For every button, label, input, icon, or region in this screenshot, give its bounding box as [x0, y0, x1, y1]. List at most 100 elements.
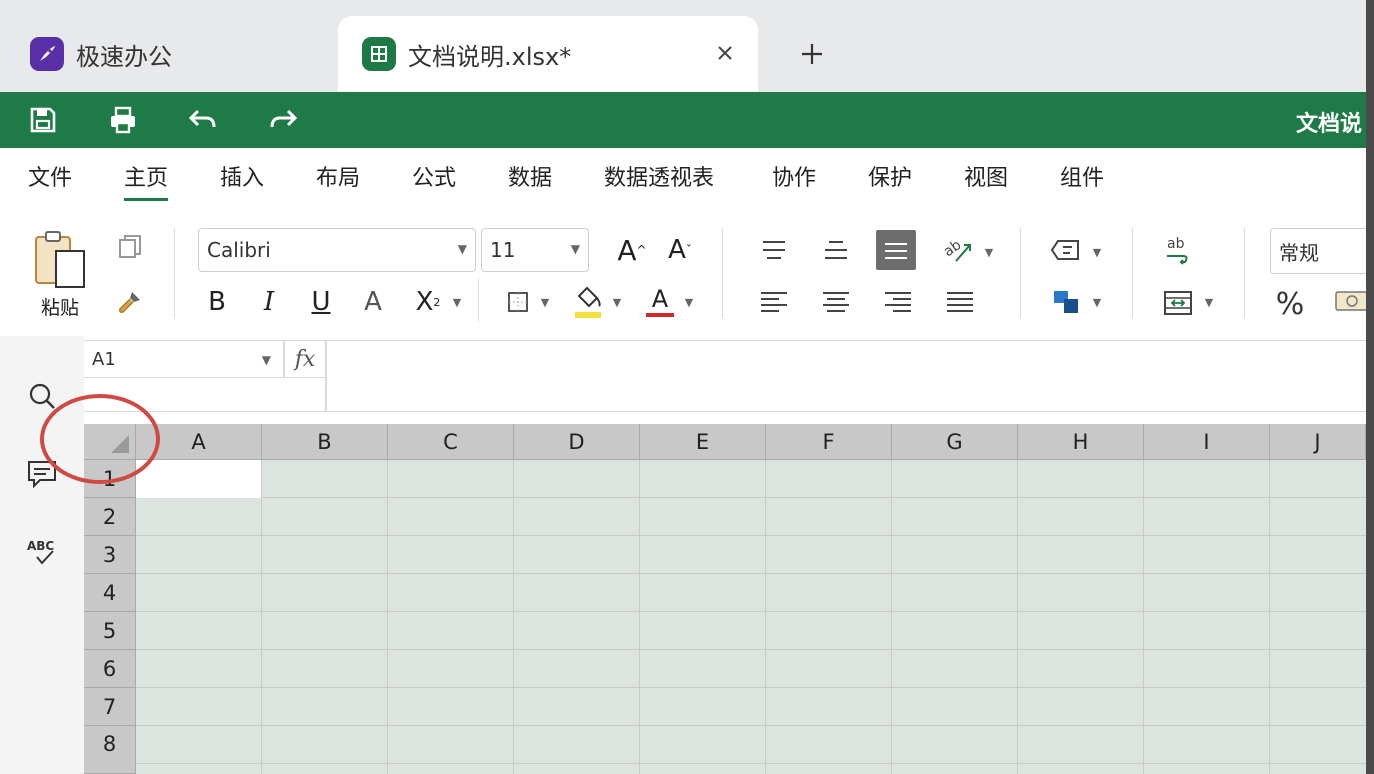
- tab-collaborate[interactable]: 协作: [772, 160, 816, 192]
- spreadsheet-grid: A B C D E F G H I J 1 2 3 4 5 6 7 8: [84, 424, 1366, 774]
- row-header[interactable]: 7: [84, 688, 136, 726]
- bold-button[interactable]: B: [200, 282, 234, 322]
- plus-icon: [802, 44, 822, 64]
- font-name-value: Calibri: [207, 238, 271, 262]
- redo-icon[interactable]: [266, 104, 300, 136]
- chevron-down-icon[interactable]: ▼: [450, 292, 464, 312]
- number-format-select[interactable]: 常规: [1270, 228, 1366, 274]
- formula-input[interactable]: [326, 340, 1366, 412]
- font-size-value: 11: [490, 238, 516, 262]
- format-painter-icon[interactable]: [112, 284, 148, 320]
- chevron-down-icon[interactable]: ▼: [682, 292, 696, 312]
- paste-icon[interactable]: [30, 228, 90, 290]
- column-header[interactable]: H: [1018, 424, 1144, 460]
- tab-file[interactable]: 文件: [28, 160, 72, 192]
- row-header[interactable]: 2: [84, 498, 136, 536]
- tab-protect[interactable]: 保护: [868, 160, 912, 192]
- conditional-format-icon[interactable]: [1046, 284, 1086, 320]
- column-header[interactable]: F: [766, 424, 892, 460]
- column-header[interactable]: B: [262, 424, 388, 460]
- merge-cells-icon[interactable]: [1158, 284, 1198, 322]
- tab-home[interactable]: 主页: [124, 160, 169, 201]
- font-size-select[interactable]: 11 ▼: [481, 228, 589, 272]
- tab-layout[interactable]: 布局: [316, 160, 360, 192]
- column-header[interactable]: I: [1144, 424, 1270, 460]
- spreadsheet-icon: [362, 37, 396, 71]
- fill-color-icon[interactable]: [568, 280, 608, 322]
- font-name-select[interactable]: Calibri ▼: [198, 228, 476, 272]
- document-tab[interactable]: 文档说明.xlsx*: [338, 16, 758, 92]
- align-middle-icon[interactable]: [818, 232, 854, 268]
- subscript-button[interactable]: X2: [408, 282, 448, 322]
- row-header[interactable]: 3: [84, 536, 136, 574]
- spellcheck-icon[interactable]: ABC: [24, 534, 60, 570]
- chevron-down-icon[interactable]: ▼: [1090, 292, 1104, 312]
- tab-formula[interactable]: 公式: [412, 160, 456, 192]
- font-color-icon: A: [651, 285, 669, 313]
- app-home-tab[interactable]: 极速办公: [6, 16, 312, 92]
- wrap-text-icon[interactable]: ab: [1158, 230, 1198, 270]
- row-header[interactable]: 8: [84, 726, 136, 774]
- document-tab-label: 文档说明.xlsx*: [408, 42, 572, 71]
- align-top-icon[interactable]: [756, 232, 792, 268]
- copy-icon[interactable]: [112, 228, 148, 264]
- row-header[interactable]: 5: [84, 612, 136, 650]
- currency-icon[interactable]: [1334, 286, 1366, 316]
- align-center-icon[interactable]: [818, 284, 854, 320]
- chevron-down-icon[interactable]: ▼: [610, 292, 624, 312]
- print-icon[interactable]: [106, 104, 140, 136]
- chevron-down-icon[interactable]: ▼: [1090, 242, 1104, 262]
- ribbon-tabs: 文件 主页 插入 布局 公式 数据 数据透视表 协作 保护 视图 组件: [0, 148, 1366, 204]
- tab-insert[interactable]: 插入: [220, 160, 264, 192]
- ribbon-separator: [722, 228, 723, 318]
- tab-data[interactable]: 数据: [508, 160, 552, 192]
- underline-button[interactable]: U: [304, 282, 338, 322]
- svg-text:ABC: ABC: [27, 539, 54, 553]
- chevron-down-icon[interactable]: ▼: [982, 242, 996, 262]
- cell-style-icon[interactable]: [1046, 232, 1086, 268]
- align-left-icon[interactable]: [756, 284, 792, 320]
- column-header[interactable]: J: [1270, 424, 1366, 460]
- close-icon[interactable]: [710, 38, 740, 68]
- chevron-down-icon: ▼: [570, 242, 580, 256]
- tab-view[interactable]: 视图: [964, 160, 1008, 192]
- justify-icon[interactable]: [942, 284, 978, 320]
- column-header[interactable]: C: [388, 424, 514, 460]
- tab-plugins[interactable]: 组件: [1060, 160, 1104, 192]
- row-header[interactable]: 4: [84, 574, 136, 612]
- chevron-down-icon[interactable]: ▼: [538, 292, 552, 312]
- tab-pivot-table[interactable]: 数据透视表: [604, 160, 714, 192]
- active-cell[interactable]: [136, 460, 261, 498]
- new-tab-button[interactable]: [792, 34, 832, 74]
- chevron-down-icon: ▼: [457, 242, 467, 256]
- percent-button[interactable]: %: [1270, 284, 1310, 324]
- grow-font-button[interactable]: A ^: [612, 230, 652, 270]
- row-header[interactable]: 6: [84, 650, 136, 688]
- align-bottom-icon[interactable]: [876, 230, 916, 270]
- number-format-value: 常规: [1279, 240, 1319, 265]
- ribbon-separator: [1020, 228, 1021, 318]
- text-orientation-icon[interactable]: ab: [938, 232, 978, 268]
- cell-area[interactable]: [136, 460, 1366, 774]
- column-header[interactable]: D: [514, 424, 640, 460]
- column-header[interactable]: G: [892, 424, 1018, 460]
- save-icon[interactable]: [26, 104, 60, 136]
- borders-icon[interactable]: [500, 284, 536, 320]
- ribbon-separator: [478, 278, 479, 322]
- insert-function-button[interactable]: fx: [284, 340, 326, 378]
- chevron-down-icon[interactable]: ▼: [1202, 292, 1216, 312]
- undo-icon[interactable]: [186, 104, 220, 136]
- align-right-icon[interactable]: [880, 284, 916, 320]
- font-color-swatch: [646, 313, 674, 317]
- font-color-button[interactable]: A: [642, 280, 678, 322]
- subscript-icon: X: [415, 287, 434, 317]
- name-box[interactable]: A1 ▼: [84, 340, 284, 378]
- column-header[interactable]: E: [640, 424, 766, 460]
- strikethrough-button[interactable]: A: [356, 282, 390, 322]
- app-tab-label: 极速办公: [76, 42, 172, 71]
- shrink-font-button[interactable]: Aˇ: [660, 230, 700, 270]
- cell-reference: A1: [92, 348, 116, 370]
- document-title: 文档说: [1296, 112, 1363, 137]
- italic-button[interactable]: I: [252, 282, 286, 322]
- ribbon-separator: [1132, 228, 1133, 318]
